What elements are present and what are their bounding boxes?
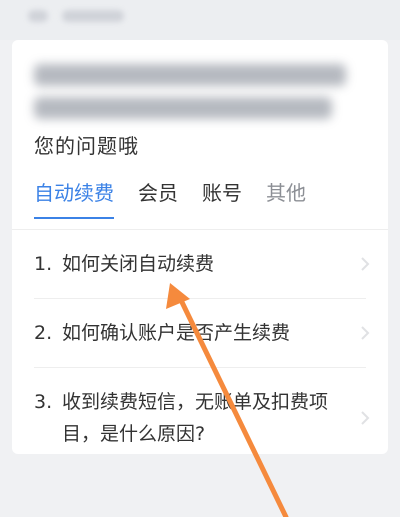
chevron-right-icon bbox=[361, 411, 370, 425]
question-number: 3. bbox=[34, 391, 53, 413]
tab-account[interactable]: 账号 bbox=[202, 180, 242, 206]
blurred-intro-line-2 bbox=[34, 97, 332, 119]
chevron-right-icon bbox=[361, 326, 370, 340]
question-text: 收到续费短信，无账单及扣费项目，是什么原因? bbox=[62, 391, 329, 445]
blurred-header-bar bbox=[0, 0, 400, 40]
question-text: 如何确认账户是否产生续费 bbox=[62, 322, 291, 344]
question-item-3[interactable]: 3. 收到续费短信，无账单及扣费项目，是什么原因? bbox=[34, 368, 370, 454]
blurred-header-text bbox=[62, 10, 124, 22]
question-list: 1. 如何关闭自动续费 2. 如何确认账户是否产生续费 3. 收到续费短信，无账… bbox=[34, 230, 370, 454]
chevron-right-icon bbox=[361, 257, 370, 271]
intro-text: 您的问题哦 bbox=[34, 58, 364, 163]
category-tabs: 自动续费 会员 账号 其他 bbox=[34, 180, 330, 224]
tab-other[interactable]: 其他 bbox=[266, 180, 306, 206]
faq-card: 您的问题哦 自动续费 会员 账号 其他 1. 如何关闭自动续费 2. 如何确认账… bbox=[12, 40, 388, 454]
question-item-2[interactable]: 2. 如何确认账户是否产生续费 bbox=[34, 299, 370, 368]
question-number: 1. bbox=[34, 253, 53, 275]
tab-membership[interactable]: 会员 bbox=[138, 180, 178, 206]
blurred-intro-line-1 bbox=[34, 64, 346, 86]
question-number: 2. bbox=[34, 322, 53, 344]
blurred-header-icon bbox=[28, 10, 48, 22]
question-item-1[interactable]: 1. 如何关闭自动续费 bbox=[34, 230, 370, 299]
intro-visible-line: 您的问题哦 bbox=[34, 134, 139, 158]
tab-auto-renewal[interactable]: 自动续费 bbox=[34, 180, 114, 219]
question-text: 如何关闭自动续费 bbox=[62, 253, 215, 275]
